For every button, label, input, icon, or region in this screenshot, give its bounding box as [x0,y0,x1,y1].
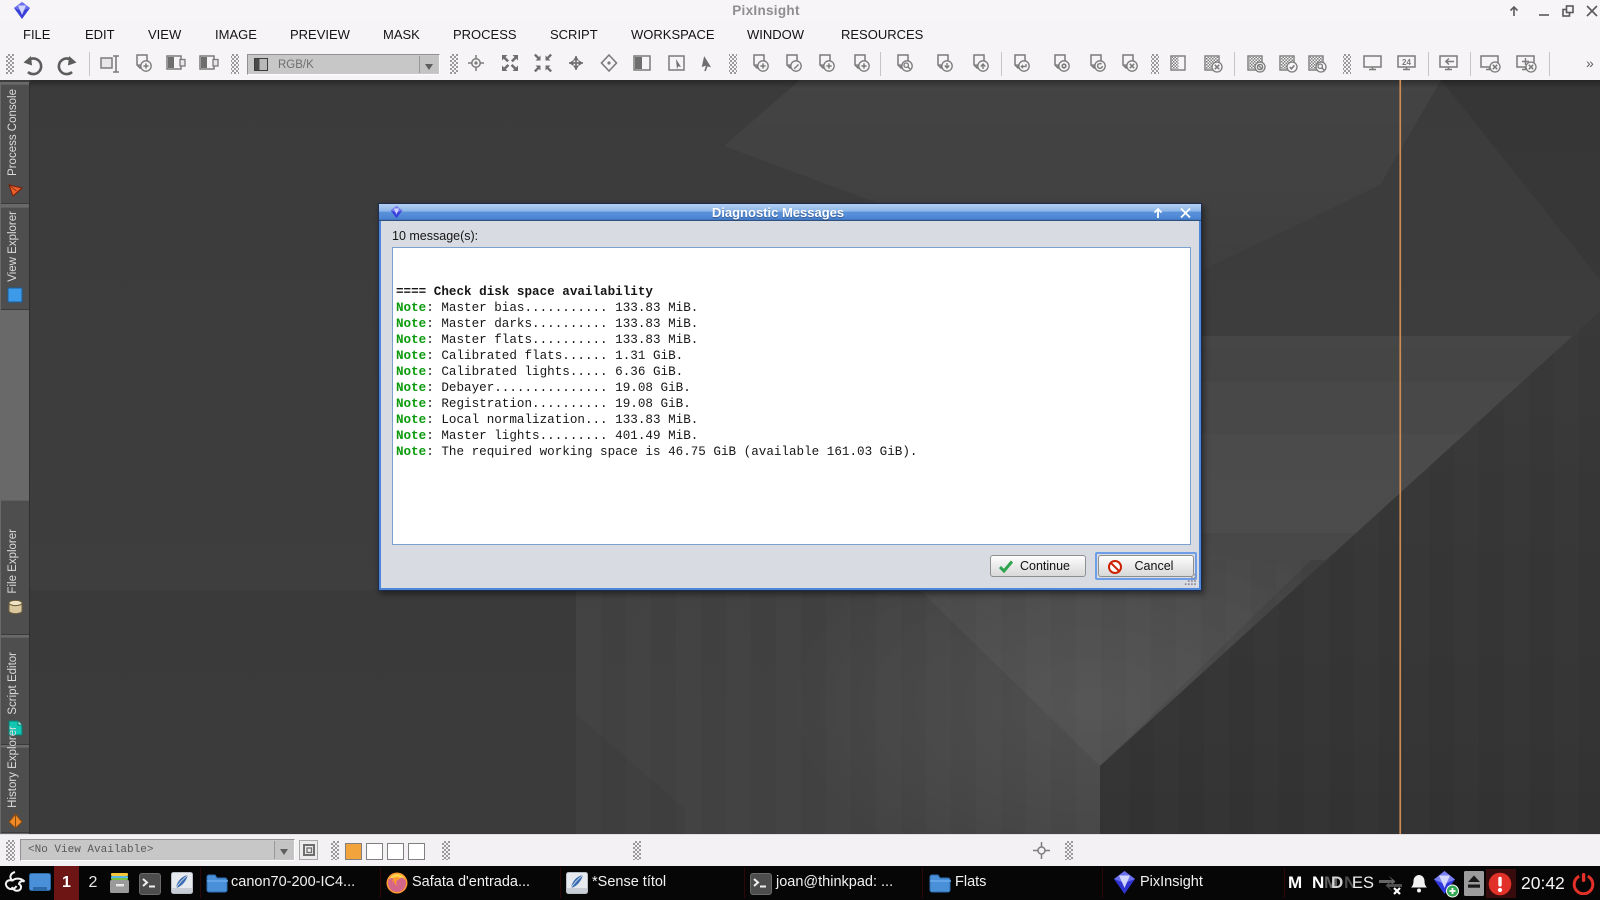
svg-text:24: 24 [1402,58,1411,67]
svg-text:»: » [1586,55,1594,71]
